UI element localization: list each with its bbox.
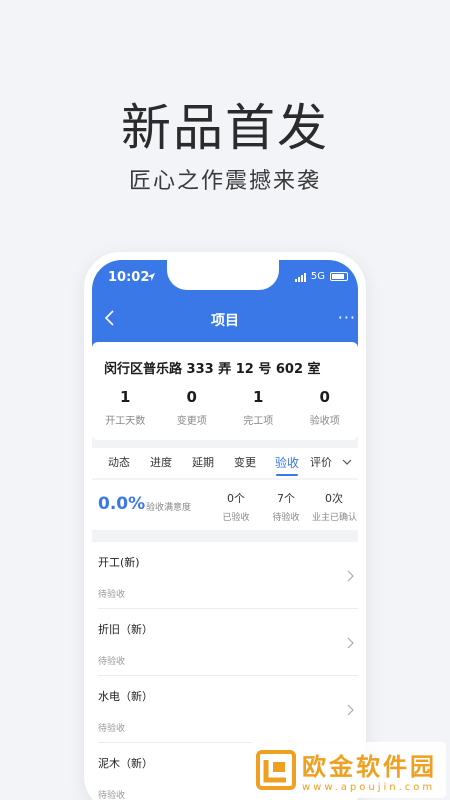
item-status: 待验收	[98, 657, 126, 667]
stat-value: 0	[319, 388, 330, 406]
stat-value: 1	[253, 388, 264, 406]
tab-evaluation[interactable]: 评价	[308, 448, 334, 478]
chevron-down-icon[interactable]	[342, 458, 352, 466]
item-title: 开工(新)	[98, 556, 140, 569]
item-title: 折旧（新）	[98, 623, 153, 636]
stat-label: 变更项	[176, 416, 207, 427]
signal-icon	[294, 272, 306, 282]
summary-value: 0次	[325, 492, 343, 505]
satisfaction-label: 验收满意度	[146, 503, 192, 513]
status-indicators: 5G	[294, 271, 348, 282]
location-arrow-icon	[147, 273, 155, 281]
tab-acceptance[interactable]: 验收	[266, 448, 308, 478]
status-time: 10:02	[108, 270, 150, 285]
summary-value: 7个	[277, 492, 295, 505]
phone-frame: 10:02 5G 项目 ··· 闵行区普乐路 333 弄 12 号 602 室	[84, 252, 366, 800]
acceptance-summary: 0.0% 验收满意度 0个 已验收 7个 待验收 0次 业主已确认	[92, 480, 358, 530]
tab-dynamics[interactable]: 动态	[98, 448, 140, 478]
network-label: 5G	[310, 271, 325, 282]
chevron-right-icon	[347, 570, 354, 582]
tab-delay[interactable]: 延期	[182, 448, 224, 478]
item-status: 待验收	[98, 791, 126, 800]
pending-count: 7个 待验收	[264, 490, 308, 523]
page-title: 项目	[211, 313, 239, 329]
phone-notch	[167, 260, 279, 290]
stat-item: 0 变更项	[159, 388, 226, 427]
battery-icon	[330, 272, 348, 281]
list-item[interactable]: 开工(新) 待验收	[98, 542, 358, 609]
watermark-name: 欧金软件园	[302, 753, 437, 781]
list-item[interactable]: 折旧（新） 待验收	[98, 609, 358, 676]
phone-screen: 10:02 5G 项目 ··· 闵行区普乐路 333 弄 12 号 602 室	[92, 260, 358, 800]
item-title: 泥木（新）	[98, 757, 153, 770]
project-address: 闵行区普乐路 333 弄 12 号 602 室	[104, 362, 321, 377]
summary-label: 已验收	[222, 513, 250, 523]
item-status: 待验收	[98, 724, 126, 734]
item-status: 待验收	[98, 590, 126, 600]
tab-bar: 动态 进度 延期 变更 验收 评价	[92, 448, 358, 478]
stat-label: 完工项	[243, 416, 274, 427]
stat-item: 1 完工项	[225, 388, 292, 427]
stat-label: 开工天数	[105, 416, 146, 427]
chevron-right-icon	[347, 704, 354, 716]
watermark: 欧金软件园 www.apoujin.com	[250, 742, 446, 798]
watermark-text: 欧金软件园 www.apoujin.com	[302, 747, 437, 793]
promo-subline: 匠心之作震撼来袭	[128, 169, 321, 194]
project-card: 闵行区普乐路 333 弄 12 号 602 室 1 开工天数 0 变更项 1 完…	[92, 342, 358, 440]
satisfaction-percent: 0.0%	[98, 494, 146, 514]
stat-value: 1	[120, 388, 131, 406]
stat-label: 验收项	[309, 416, 340, 427]
promo-headline: 新品首发	[121, 99, 329, 157]
stat-item: 1 开工天数	[92, 388, 159, 427]
stat-value: 0	[186, 388, 197, 406]
accepted-count: 0个 已验收	[214, 490, 258, 523]
tab-change[interactable]: 变更	[224, 448, 266, 478]
chevron-right-icon	[347, 637, 354, 649]
project-stats: 1 开工天数 0 变更项 1 完工项 0 验收项	[92, 388, 358, 427]
watermark-url: www.apoujin.com	[302, 782, 436, 793]
item-title: 水电（新）	[98, 690, 153, 703]
list-item[interactable]: 水电（新） 待验收	[98, 676, 358, 743]
tab-progress[interactable]: 进度	[140, 448, 182, 478]
more-menu-button[interactable]: ···	[338, 308, 356, 327]
owner-confirmed-count: 0次 业主已确认	[312, 490, 358, 523]
watermark-logo-icon	[256, 750, 296, 790]
stat-item: 0 验收项	[292, 388, 359, 427]
summary-label: 待验收	[272, 513, 300, 523]
summary-value: 0个	[227, 492, 245, 505]
summary-label: 业主已确认	[312, 513, 358, 523]
